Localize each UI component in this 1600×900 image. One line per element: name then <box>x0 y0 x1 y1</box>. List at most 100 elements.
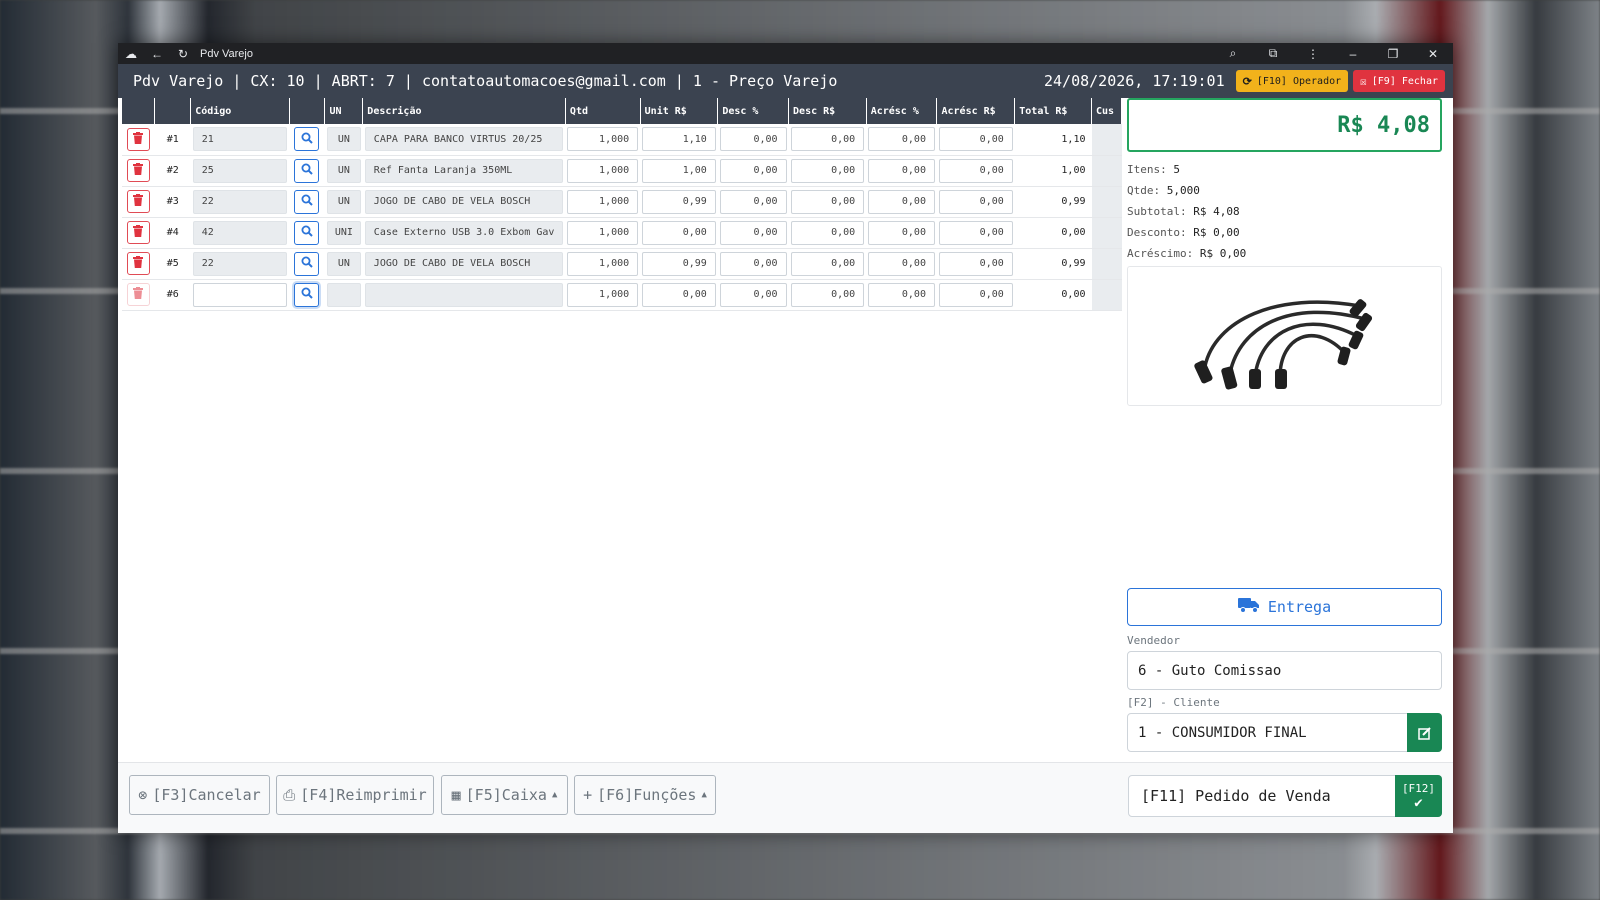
client-value: 1 - CONSUMIDOR FINAL <box>1138 724 1307 741</box>
row-number: #3 <box>154 186 191 218</box>
surcharge-pct-input[interactable]: 0,00 <box>868 158 935 183</box>
discount-pct-input[interactable]: 0,00 <box>719 251 787 276</box>
discount-value-input[interactable]: 0,00 <box>790 189 865 214</box>
close-button[interactable]: ☒ [F9] Fechar <box>1353 70 1445 92</box>
spark-plug-cables-image <box>1193 299 1372 390</box>
subtotal-value: R$ 4,08 <box>1193 205 1240 218</box>
delete-row-button[interactable] <box>126 252 150 275</box>
surcharge-pct-input[interactable]: 0,00 <box>868 220 935 245</box>
qty-cell: 1,000 <box>565 248 641 280</box>
window-title: Pdv Varejo <box>200 47 253 60</box>
delivery-button[interactable]: Entrega <box>1127 588 1442 626</box>
search-product-button[interactable] <box>294 282 320 307</box>
zoom-icon[interactable]: ⌕ <box>1213 46 1253 61</box>
unit-price-input[interactable]: 0,99 <box>642 251 716 276</box>
discount-value-input[interactable]: 0,00 <box>790 220 865 245</box>
client-select[interactable]: 1 - CONSUMIDOR FINAL <box>1127 713 1442 752</box>
delete-row-button[interactable] <box>126 190 150 213</box>
operator-button[interactable]: ⟳ [F10] Operador <box>1235 70 1349 92</box>
code-input[interactable]: 21 <box>192 127 288 152</box>
reprint-button[interactable]: ⎙ [F4]Reimprimir <box>276 775 434 815</box>
description-field: JOGO DE CABO DE VELA BOSCH <box>364 251 564 276</box>
search-product-button[interactable] <box>294 189 320 214</box>
surcharge-pct-input[interactable]: 0,00 <box>868 251 935 276</box>
qty-input[interactable]: 1,000 <box>567 251 639 276</box>
unit-field: UN <box>326 158 361 183</box>
qty-input[interactable]: 1,000 <box>567 158 639 183</box>
unit-cell: UNI <box>324 217 363 249</box>
discount-value-input[interactable]: 0,00 <box>790 282 865 307</box>
code-input[interactable]: 25 <box>192 158 288 183</box>
qty-input[interactable]: 1,000 <box>567 220 639 245</box>
row-total: 0,99 <box>1014 186 1092 218</box>
unit-price-input[interactable]: 0,00 <box>642 282 716 307</box>
unit-price-input[interactable]: 0,00 <box>642 220 716 245</box>
discount-pct-input[interactable]: 0,00 <box>719 282 787 307</box>
extensions-icon[interactable]: ⧉ <box>1253 46 1293 61</box>
delete-row-button[interactable] <box>126 221 150 244</box>
trash-icon <box>133 225 144 240</box>
discount-value-input[interactable]: 0,00 <box>790 158 865 183</box>
finish-key-label: [F12] <box>1401 781 1436 795</box>
close-window-button[interactable]: ✕ <box>1413 47 1453 61</box>
truck-icon <box>1237 597 1260 617</box>
discount-pct-input[interactable]: 0,00 <box>719 127 787 152</box>
surcharge-value-input[interactable]: 0,00 <box>938 220 1013 245</box>
surcharge-value-input[interactable]: 0,00 <box>938 282 1013 307</box>
discount-value-input[interactable]: 0,00 <box>790 127 865 152</box>
delete-cell <box>122 217 155 249</box>
surcharge-pct-input[interactable]: 0,00 <box>868 189 935 214</box>
column-header <box>154 98 192 124</box>
cost-cell <box>1091 186 1122 218</box>
discount-pct-cell: 0,00 <box>717 155 789 187</box>
qty-input[interactable]: 1,000 <box>567 127 639 152</box>
code-input[interactable]: 22 <box>192 251 288 276</box>
discount-pct-input[interactable]: 0,00 <box>719 220 787 245</box>
unit-price-input[interactable]: 0,99 <box>642 189 716 214</box>
qty-input[interactable]: 1,000 <box>567 282 639 307</box>
discount-pct-input[interactable]: 0,00 <box>719 189 787 214</box>
description-cell: Case Externo USB 3.0 Exbom Gav <box>362 217 566 249</box>
description-cell: JOGO DE CABO DE VELA BOSCH <box>362 248 566 280</box>
delete-row-button[interactable] <box>126 159 150 182</box>
delete-row-button[interactable] <box>126 283 150 306</box>
discount-pct-cell: 0,00 <box>717 248 789 280</box>
search-product-button[interactable] <box>294 127 320 152</box>
unit-price-input[interactable]: 1,00 <box>642 158 716 183</box>
back-icon[interactable]: ← <box>144 47 170 61</box>
surcharge-value-input[interactable]: 0,00 <box>938 189 1013 214</box>
edit-client-button[interactable] <box>1407 713 1442 752</box>
finish-sale-button[interactable]: [F12] ✔ <box>1395 775 1442 817</box>
order-type-select[interactable]: [F11] Pedido de Venda [F12] ✔ <box>1128 775 1442 817</box>
acrescimo-label: Acréscimo: <box>1127 247 1194 260</box>
cashier-button[interactable]: ▦ [F5]Caixa ▲ <box>441 775 568 815</box>
seller-select[interactable]: 6 - Guto Comissao <box>1127 651 1442 690</box>
code-input[interactable]: 22 <box>192 189 288 214</box>
minimize-button[interactable]: – <box>1333 47 1373 61</box>
column-header: Desc % <box>717 98 790 124</box>
unit-field: UNI <box>326 220 361 245</box>
surcharge-pct-input[interactable]: 0,00 <box>868 127 935 152</box>
code-input[interactable] <box>192 282 288 307</box>
surcharge-value-input[interactable]: 0,00 <box>938 251 1013 276</box>
surcharge-pct-input[interactable]: 0,00 <box>868 282 935 307</box>
search-product-button[interactable] <box>294 251 320 276</box>
surcharge-value-input[interactable]: 0,00 <box>938 158 1013 183</box>
delete-row-button[interactable] <box>126 127 150 151</box>
functions-button[interactable]: + [F6]Funções ▲ <box>574 775 716 815</box>
code-input[interactable]: 42 <box>192 220 288 245</box>
search-product-button[interactable] <box>294 158 320 183</box>
search-product-button[interactable] <box>294 220 320 245</box>
discount-value-input[interactable]: 0,00 <box>790 251 865 276</box>
cancel-button[interactable]: ⊗ [F3]Cancelar <box>129 775 270 815</box>
unit-price-input[interactable]: 1,10 <box>642 127 716 152</box>
surcharge-value-input[interactable]: 0,00 <box>938 127 1013 152</box>
menu-dots-icon[interactable]: ⋮ <box>1293 47 1333 61</box>
discount-pct-cell: 0,00 <box>717 279 789 311</box>
maximize-button[interactable]: ❐ <box>1373 47 1413 61</box>
discount-pct-input[interactable]: 0,00 <box>719 158 787 183</box>
reload-icon[interactable]: ↻ <box>170 47 196 61</box>
qty-input[interactable]: 1,000 <box>567 189 639 214</box>
unit-cell: UN <box>324 155 363 187</box>
operator-button-label: [F10] Operador <box>1256 75 1342 87</box>
